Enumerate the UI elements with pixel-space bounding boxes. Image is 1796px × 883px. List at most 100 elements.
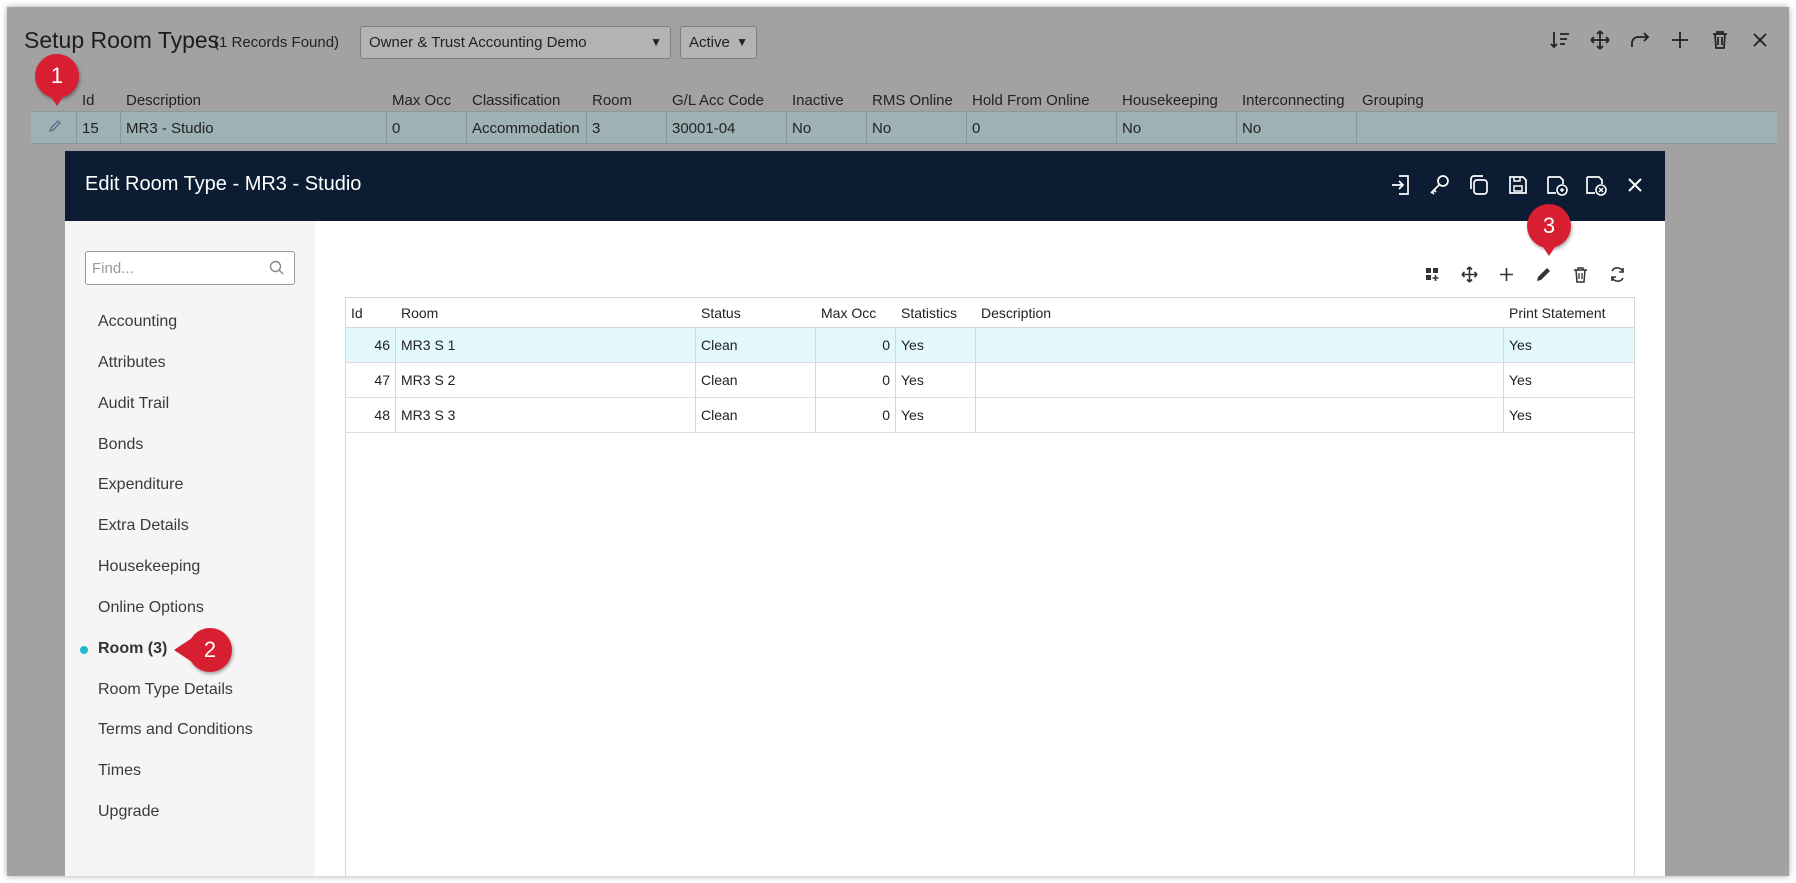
find-box[interactable] — [85, 251, 295, 285]
col-description[interactable]: Description — [126, 92, 201, 109]
col-print-statement[interactable]: Print Statement — [1509, 305, 1606, 321]
cell-print-statement: Yes — [1509, 372, 1532, 388]
cell-id: 15 — [82, 120, 99, 137]
col-description[interactable]: Description — [981, 305, 1051, 321]
add-icon[interactable] — [1669, 29, 1691, 57]
col-housekeeping[interactable]: Housekeeping — [1122, 92, 1218, 109]
modal-sidebar: Accounting Attributes Audit Trail Bonds … — [65, 221, 315, 876]
table-row[interactable]: 47 MR3 S 2 Clean 0 Yes Yes — [346, 363, 1634, 398]
col-id[interactable]: Id — [351, 305, 363, 321]
cell-rms-online: No — [872, 120, 892, 137]
close-icon[interactable] — [1749, 29, 1771, 57]
col-inactive[interactable]: Inactive — [792, 92, 844, 109]
sidebar-item-upgrade[interactable]: Upgrade — [98, 803, 159, 821]
sidebar-item-times[interactable]: Times — [98, 762, 141, 780]
copy-icon[interactable] — [1467, 173, 1491, 197]
callout-3: 3 — [1527, 204, 1571, 256]
sidebar-item-room[interactable]: Room (3) — [98, 640, 167, 658]
active-indicator-dot — [80, 646, 88, 654]
sidebar-item-extra-details[interactable]: Extra Details — [98, 517, 189, 535]
cell-room: 3 — [592, 120, 601, 137]
status-select[interactable]: Active ▼ — [680, 26, 757, 59]
table-row[interactable]: 15 MR3 - Studio 0 Accommodation 3 30001-… — [31, 111, 1777, 144]
modal-title: Edit Room Type - MR3 - Studio — [85, 173, 362, 195]
key-icon[interactable] — [1428, 173, 1452, 197]
col-rms-online[interactable]: RMS Online — [872, 92, 953, 109]
col-max-occ[interactable]: Max Occ — [821, 305, 876, 321]
save-icon[interactable] — [1506, 173, 1530, 197]
cell-statistics: Yes — [901, 372, 924, 388]
col-status[interactable]: Status — [701, 305, 741, 321]
sidebar-item-housekeeping[interactable]: Housekeeping — [98, 558, 200, 576]
col-room[interactable]: Room — [401, 305, 438, 321]
save-copy-icon[interactable] — [1545, 173, 1569, 197]
delete-icon[interactable] — [1709, 29, 1731, 57]
table-row[interactable]: 46 MR3 S 1 Clean 0 Yes Yes — [346, 328, 1634, 363]
add-icon[interactable] — [1497, 265, 1516, 284]
cell-print-statement: Yes — [1509, 337, 1532, 353]
save-close-icon[interactable] — [1584, 173, 1608, 197]
col-statistics[interactable]: Statistics — [901, 305, 957, 321]
cell-status: Clean — [701, 372, 738, 388]
chevron-down-icon: ▼ — [736, 35, 748, 49]
modal-content: Id Room Status Max Occ Statistics Descri… — [315, 221, 1665, 876]
cell-print-statement: Yes — [1509, 407, 1532, 423]
sidebar-item-room-type-details[interactable]: Room Type Details — [98, 681, 233, 699]
status-select-value: Active — [689, 34, 730, 51]
property-select-value: Owner & Trust Accounting Demo — [369, 34, 587, 51]
edit-room-type-modal: Edit Room Type - MR3 - Studio Find... Ac… — [65, 151, 1665, 876]
col-gl-acc-code[interactable]: G/L Acc Code — [672, 92, 764, 109]
sign-in-icon[interactable] — [1389, 173, 1413, 197]
cell-id: 46 — [374, 337, 390, 353]
cell-gl-acc-code: 30001-04 — [672, 120, 736, 137]
grid-options-icon[interactable] — [1423, 265, 1442, 284]
modal-header: Edit Room Type - MR3 - Studio — [65, 151, 1665, 221]
table-row[interactable]: 48 MR3 S 3 Clean 0 Yes Yes — [346, 398, 1634, 433]
cell-room: MR3 S 2 — [401, 372, 456, 388]
grid-header: Id Room Status Max Occ Statistics Descri… — [346, 298, 1634, 328]
cell-max-occ: 0 — [882, 372, 890, 388]
modal-toolbar — [1389, 173, 1647, 197]
grid-toolbar — [1423, 265, 1627, 284]
sidebar-item-expenditure[interactable]: Expenditure — [98, 476, 183, 494]
sidebar-item-audit-trail[interactable]: Audit Trail — [98, 395, 169, 413]
chevron-down-icon: ▼ — [650, 35, 662, 49]
sidebar-item-attributes[interactable]: Attributes — [98, 354, 166, 372]
move-icon[interactable] — [1460, 265, 1479, 284]
cell-status: Clean — [701, 407, 738, 423]
edit-icon[interactable] — [1534, 265, 1553, 284]
col-max-occ[interactable]: Max Occ — [392, 92, 451, 109]
cell-classification: Accommodation — [472, 120, 580, 137]
callout-1: 1 — [35, 54, 79, 106]
record-count: (1 Records Found) — [214, 34, 340, 51]
find-input[interactable] — [92, 253, 262, 283]
cell-inactive: No — [792, 120, 812, 137]
cell-max-occ: 0 — [882, 337, 890, 353]
app-screen: Setup Room Types (1 Records Found) Owner… — [7, 7, 1789, 876]
refresh-icon[interactable] — [1608, 265, 1627, 284]
edit-pencil-icon[interactable] — [47, 118, 63, 138]
col-room[interactable]: Room — [592, 92, 632, 109]
col-interconnecting[interactable]: Interconnecting — [1242, 92, 1345, 109]
sidebar-item-bonds[interactable]: Bonds — [98, 436, 143, 454]
search-icon[interactable] — [269, 260, 285, 281]
sidebar-item-online-options[interactable]: Online Options — [98, 599, 204, 617]
redo-icon[interactable] — [1629, 29, 1651, 57]
col-hold-from-online[interactable]: Hold From Online — [972, 92, 1090, 109]
delete-icon[interactable] — [1571, 265, 1590, 284]
cell-room: MR3 S 1 — [401, 337, 456, 353]
sidebar-item-accounting[interactable]: Accounting — [98, 313, 177, 331]
cell-id: 47 — [374, 372, 390, 388]
col-id[interactable]: Id — [82, 92, 95, 109]
cell-id: 48 — [374, 407, 390, 423]
rooms-grid: Id Room Status Max Occ Statistics Descri… — [345, 297, 1635, 876]
close-icon[interactable] — [1623, 173, 1647, 197]
cell-statistics: Yes — [901, 337, 924, 353]
col-grouping[interactable]: Grouping — [1362, 92, 1424, 109]
col-classification[interactable]: Classification — [472, 92, 560, 109]
screenshot-frame: Setup Room Types (1 Records Found) Owner… — [0, 0, 1796, 883]
sidebar-item-terms-and-conditions[interactable]: Terms and Conditions — [98, 721, 253, 739]
sort-icon[interactable] — [1549, 29, 1571, 57]
property-select[interactable]: Owner & Trust Accounting Demo ▼ — [360, 26, 671, 59]
move-icon[interactable] — [1589, 29, 1611, 57]
